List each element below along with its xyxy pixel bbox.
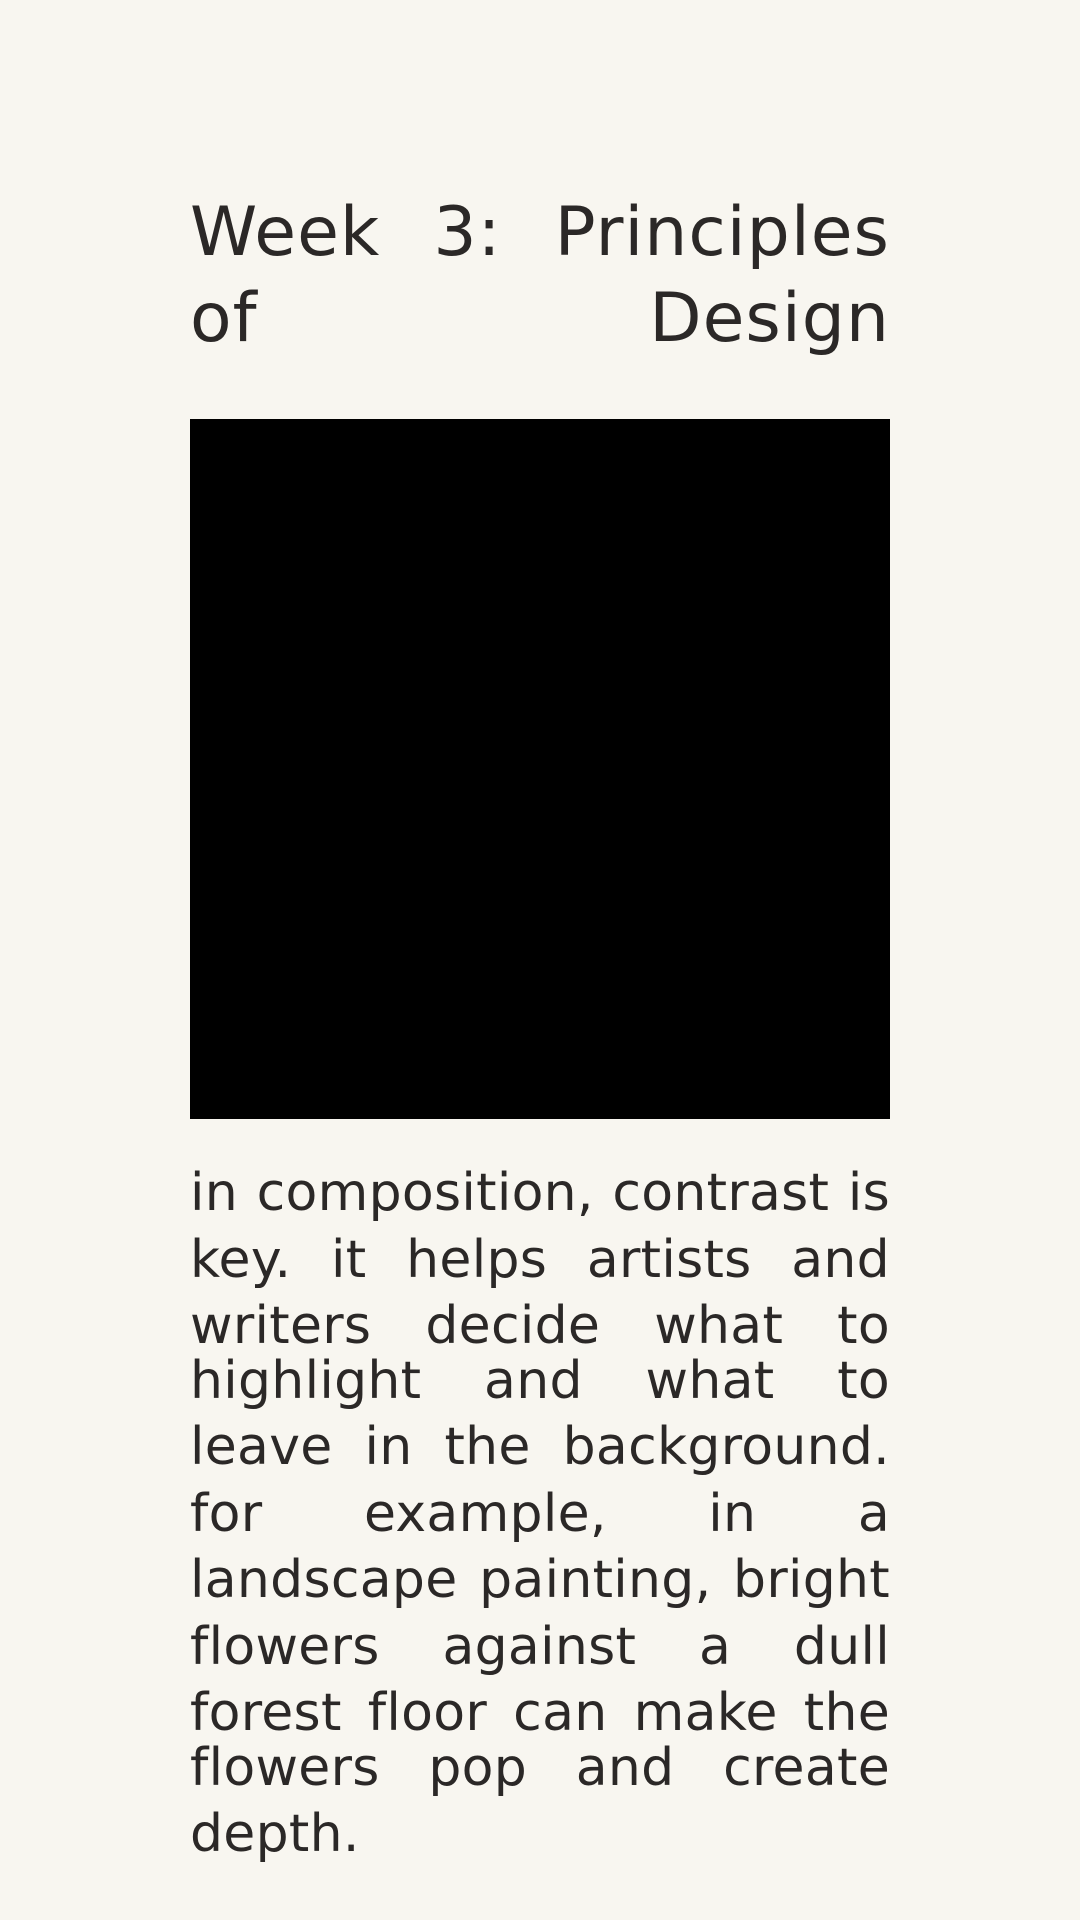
- page-title: Week 3: Principles of Design: [190, 190, 890, 362]
- title-line: of Design: [190, 279, 890, 358]
- body-line: landscape painting, bright: [190, 1550, 890, 1610]
- body-line: key. it helps artists and: [190, 1229, 890, 1290]
- body-line: flowers against a dull: [190, 1616, 890, 1677]
- title-line: Week 3: Principles: [190, 193, 890, 272]
- body-line: for example, in a: [190, 1483, 890, 1544]
- body-line: leave in the background.: [190, 1417, 890, 1477]
- body-line: flowers pop and create: [190, 1737, 890, 1798]
- body-line: depth.: [190, 1804, 360, 1864]
- body-paragraph: in composition, contrast is key. it help…: [190, 1160, 890, 1868]
- body-line: in composition, contrast is: [190, 1163, 890, 1223]
- body-line: highlight and what to: [190, 1350, 890, 1411]
- hero-image: [190, 419, 890, 1119]
